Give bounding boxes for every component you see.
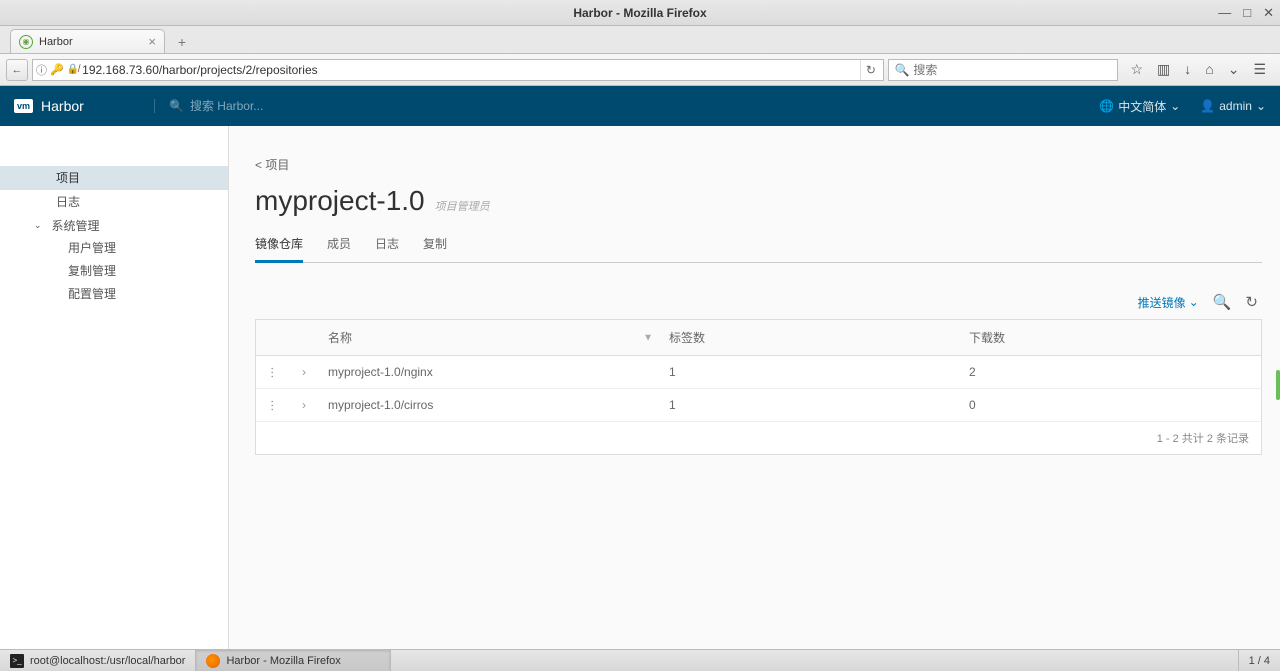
app-search-input[interactable] (190, 99, 390, 113)
language-selector[interactable]: 🌐 中文简体 ⌄ (1099, 98, 1180, 115)
url-bar: ← ⓘ 🔑 🔒̸ ↻ 🔍 ☆ ▥ ↓ ⌂ ⌄ ☰ (0, 54, 1280, 86)
tab-repositories[interactable]: 镜像仓库 (255, 235, 303, 263)
tab-close-icon[interactable]: × (148, 34, 156, 49)
col-actions (256, 320, 288, 355)
tab-logs[interactable]: 日志 (375, 235, 399, 262)
new-tab-button[interactable]: + (171, 31, 193, 53)
repo-tags: 1 (661, 356, 961, 388)
repo-name[interactable]: myproject-1.0/nginx (320, 356, 661, 388)
tab-title: Harbor (39, 36, 73, 48)
repositories-table: 名称 ▼ 标签数 下载数 ⋯ › myproject-1.0/nginx 1 2… (255, 319, 1262, 455)
sidebar-item-logs[interactable]: 日志 (0, 190, 228, 214)
url-input[interactable] (82, 60, 857, 80)
user-menu[interactable]: 👤 admin ⌄ (1200, 99, 1266, 113)
search-icon: 🔍 (894, 63, 909, 77)
breadcrumb-back[interactable]: < 项目 (255, 156, 1262, 173)
chevron-down-icon: ⌄ (1189, 295, 1199, 309)
vmware-badge-icon: vm (14, 99, 33, 113)
table-header: 名称 ▼ 标签数 下载数 (256, 320, 1261, 356)
app-name: Harbor (41, 98, 84, 114)
app-logo[interactable]: vm Harbor (14, 98, 154, 114)
back-button[interactable]: ← (6, 59, 28, 81)
sidebar-group-admin[interactable]: ⌄ 系统管理 (0, 214, 228, 237)
browser-search-input[interactable] (913, 63, 1112, 77)
browser-search-box[interactable]: 🔍 (888, 59, 1118, 81)
col-tags[interactable]: 标签数 (661, 320, 961, 355)
kebab-icon[interactable]: ⋯ (265, 367, 279, 378)
project-title: myproject-1.0 (255, 185, 425, 217)
refresh-icon[interactable]: ↻ (1245, 293, 1258, 311)
terminal-icon: >_ (10, 654, 24, 668)
user-label: admin (1219, 99, 1252, 113)
globe-icon: 🌐 (1099, 99, 1114, 113)
sidebar-item-users[interactable]: 用户管理 (0, 237, 228, 260)
chevron-down-icon: ⌄ (1170, 99, 1180, 113)
col-expand (288, 320, 320, 355)
bookmark-star-icon[interactable]: ☆ (1130, 61, 1143, 78)
expand-icon[interactable]: › (288, 389, 320, 421)
taskbar-terminal[interactable]: >_ root@localhost:/usr/local/harbor (0, 650, 196, 671)
close-button[interactable]: ✕ (1263, 5, 1274, 21)
table-row[interactable]: ⋯ › myproject-1.0/cirros 1 0 (256, 389, 1261, 422)
pocket-icon[interactable]: ⌄ (1228, 61, 1240, 78)
security-icon[interactable]: 🔒̸ (67, 64, 79, 75)
browser-tab[interactable]: ◉ Harbor × (10, 29, 165, 53)
maximize-button[interactable]: □ (1243, 5, 1251, 21)
project-tabs: 镜像仓库 成员 日志 复制 (255, 235, 1262, 263)
filter-icon[interactable]: ▼ (643, 332, 653, 343)
browser-tabstrip: ◉ Harbor × + (0, 26, 1280, 54)
col-name[interactable]: 名称 ▼ (320, 320, 661, 355)
expand-icon[interactable]: › (288, 356, 320, 388)
repo-name[interactable]: myproject-1.0/cirros (320, 389, 661, 421)
sidebar-item-config[interactable]: 配置管理 (0, 283, 228, 306)
hamburger-menu-icon[interactable]: ☰ (1253, 61, 1266, 78)
scrollbar-indicator[interactable] (1276, 370, 1280, 400)
repo-pulls: 2 (961, 356, 1261, 388)
harbor-favicon-icon: ◉ (19, 35, 33, 49)
sidebar-item-projects[interactable]: 项目 (0, 166, 228, 190)
user-icon: 👤 (1200, 99, 1215, 113)
col-pulls[interactable]: 下载数 (961, 320, 1261, 355)
permission-icon[interactable]: 🔑 (50, 63, 64, 76)
chevron-down-icon: ⌄ (1256, 99, 1266, 113)
table-toolbar: 推送镜像 ⌄ 🔍 ↻ (255, 293, 1262, 311)
search-icon[interactable]: 🔍 (1213, 293, 1232, 311)
repo-tags: 1 (661, 389, 961, 421)
main-content: < 项目 myproject-1.0 项目管理员 镜像仓库 成员 日志 复制 推… (229, 126, 1280, 649)
table-pagination: 1 - 2 共计 2 条记录 (256, 422, 1261, 454)
app-search[interactable]: 🔍 (154, 99, 390, 113)
home-icon[interactable]: ⌂ (1205, 61, 1213, 78)
sidebar: 项目 日志 ⌄ 系统管理 用户管理 复制管理 配置管理 (0, 126, 229, 649)
kebab-icon[interactable]: ⋯ (265, 400, 279, 411)
app-header: vm Harbor 🔍 🌐 中文简体 ⌄ 👤 admin ⌄ (0, 86, 1280, 126)
url-input-wrap[interactable]: ⓘ 🔑 🔒̸ ↻ (32, 59, 884, 81)
language-label: 中文简体 (1118, 98, 1166, 115)
table-row[interactable]: ⋯ › myproject-1.0/nginx 1 2 (256, 356, 1261, 389)
tab-replication[interactable]: 复制 (423, 235, 447, 262)
window-title: Harbor - Mozilla Firefox (573, 6, 706, 20)
minimize-button[interactable]: — (1218, 5, 1231, 21)
library-icon[interactable]: ▥ (1157, 61, 1170, 78)
chevron-down-icon: ⌄ (34, 220, 42, 231)
info-icon[interactable]: ⓘ (36, 62, 47, 78)
sidebar-item-replication[interactable]: 复制管理 (0, 260, 228, 283)
tab-members[interactable]: 成员 (327, 235, 351, 262)
taskbar-firefox[interactable]: Harbor - Mozilla Firefox (196, 650, 391, 671)
repo-pulls: 0 (961, 389, 1261, 421)
os-taskbar: >_ root@localhost:/usr/local/harbor Harb… (0, 649, 1280, 671)
downloads-icon[interactable]: ↓ (1184, 61, 1191, 78)
firefox-icon (206, 654, 220, 668)
reload-button[interactable]: ↻ (860, 60, 880, 80)
push-image-button[interactable]: 推送镜像 ⌄ (1138, 294, 1199, 311)
project-role: 项目管理员 (435, 198, 490, 214)
search-icon: 🔍 (169, 99, 184, 113)
window-titlebar: Harbor - Mozilla Firefox — □ ✕ (0, 0, 1280, 26)
workspace-indicator[interactable]: 1 / 4 (1238, 650, 1280, 671)
